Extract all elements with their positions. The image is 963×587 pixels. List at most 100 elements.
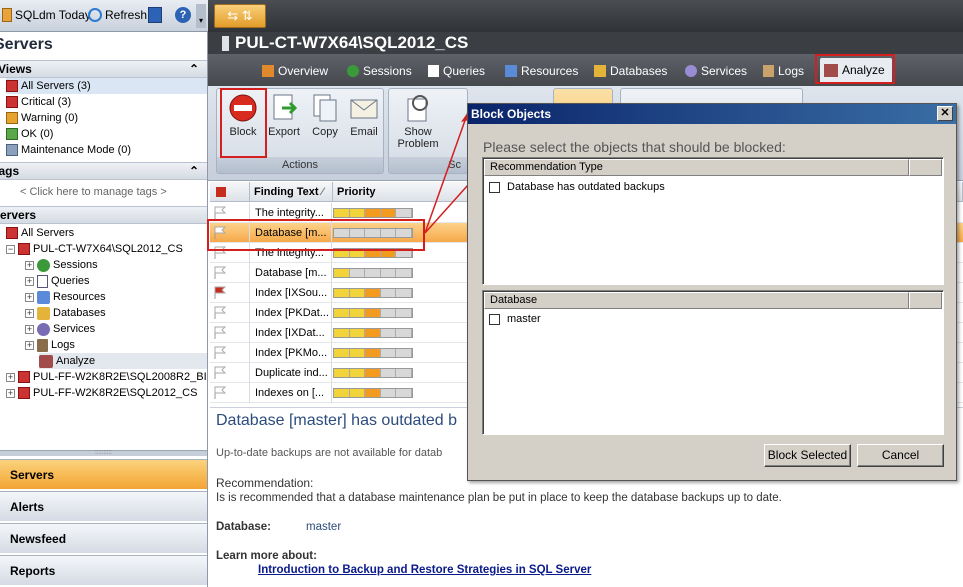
email-button[interactable]: Email: [344, 93, 384, 155]
views-header[interactable]: Views ⌃: [0, 60, 207, 78]
refresh-button[interactable]: Refresh: [88, 4, 147, 26]
sqldm-today-button[interactable]: SQLdm Today: [2, 4, 91, 26]
database-column-header[interactable]: Database: [484, 292, 909, 309]
pane-toggle-button[interactable]: [148, 7, 162, 23]
tab-services[interactable]: Services: [685, 60, 747, 82]
flag-column-header[interactable]: [210, 182, 250, 202]
recommendation-type-list[interactable]: Recommendation Type Database has outdate…: [482, 157, 944, 285]
tab-resources[interactable]: Resources: [505, 60, 578, 82]
view-item-maintenance[interactable]: Maintenance Mode (0): [6, 142, 131, 158]
priority-segment: [380, 209, 397, 217]
expand-toggle-icon[interactable]: +: [25, 324, 34, 334]
tree-node-services[interactable]: + Services: [25, 321, 95, 337]
expand-toggle-icon[interactable]: +: [25, 292, 34, 302]
expand-toggle-icon[interactable]: +: [25, 340, 34, 350]
tags-header[interactable]: Tags⌃: [0, 162, 207, 180]
tree-server-3[interactable]: + PUL-FF-W2K8R2E\SQL2012_CS: [6, 385, 197, 401]
manage-tags-link[interactable]: < Click here to manage tags >: [20, 184, 167, 200]
view-item-critical[interactable]: Critical (3): [6, 94, 71, 110]
services-icon: [37, 322, 50, 336]
nav-newsfeed[interactable]: Newsfeed: [0, 523, 207, 553]
copy-button[interactable]: Copy: [305, 93, 345, 155]
tab-overview[interactable]: Overview: [262, 60, 328, 82]
nav-reports[interactable]: Reports: [0, 555, 207, 585]
priority-segment: [381, 269, 397, 277]
tree-node-resources[interactable]: + Resources: [25, 289, 106, 305]
expand-toggle-icon[interactable]: +: [25, 308, 34, 318]
priority-segment: [396, 229, 412, 237]
services-icon: [685, 65, 697, 77]
logs-icon: [763, 65, 774, 77]
priority-segment: [334, 389, 350, 397]
queries-icon: [37, 274, 48, 288]
expand-toggle-icon[interactable]: +: [6, 388, 15, 398]
tree-node-logs[interactable]: + Logs: [25, 337, 75, 353]
finding-text-column-header[interactable]: Finding Text ⁄: [250, 182, 333, 202]
tree-node-analyze[interactable]: Analyze: [39, 353, 207, 369]
show-problem-button[interactable]: Show Problem: [393, 93, 443, 155]
flag-icon[interactable]: [210, 263, 250, 283]
priority-segment: [334, 289, 350, 297]
tab-logs[interactable]: Logs: [763, 60, 804, 82]
tree-all-servers[interactable]: All Servers: [6, 225, 74, 241]
flag-icon[interactable]: [210, 203, 250, 223]
flag-icon[interactable]: [210, 363, 250, 383]
tree-server-2[interactable]: + PUL-FF-W2K8R2E\SQL2008R2_BI: [6, 369, 207, 385]
recommendation-type-header[interactable]: Recommendation Type: [484, 159, 909, 176]
actions-group: Block Export Copy Email Actions: [216, 88, 384, 174]
expand-toggle-icon[interactable]: +: [6, 372, 15, 382]
nav-servers[interactable]: Servers: [0, 459, 207, 489]
splitter-grip[interactable]: ::::::::::: [0, 450, 207, 456]
tree-node-sessions[interactable]: + Sessions: [25, 257, 98, 273]
close-icon[interactable]: ✕: [937, 106, 953, 121]
server-ok-icon: [6, 128, 18, 140]
flag-icon[interactable]: [210, 383, 250, 403]
recommendation-type-item[interactable]: Database has outdated backups: [489, 181, 665, 193]
toolbar-overflow-icon[interactable]: ▾: [196, 4, 206, 28]
tree-node-databases[interactable]: + Databases: [25, 305, 106, 321]
collapse-icon[interactable]: ⌃: [189, 61, 199, 77]
view-item-warning[interactable]: Warning (0): [6, 110, 78, 126]
block-selected-button[interactable]: Block Selected: [764, 444, 851, 467]
sort-ascending-icon: ⁄: [321, 186, 324, 198]
tab-queries[interactable]: Queries: [428, 60, 485, 82]
detail-heading: Database [master] has outdated b: [216, 412, 458, 429]
list-header-filler: [909, 159, 942, 176]
refresh-icon: [88, 8, 102, 22]
collapse-icon[interactable]: ⌃: [189, 163, 199, 179]
flag-icon[interactable]: [210, 223, 250, 243]
flag-icon[interactable]: [210, 243, 250, 263]
expand-toggle-icon[interactable]: +: [25, 260, 34, 270]
collapse-toggle-icon[interactable]: −: [6, 244, 15, 254]
nav-alerts[interactable]: Alerts: [0, 491, 207, 521]
flag-icon[interactable]: [210, 283, 250, 303]
learn-more-link[interactable]: Introduction to Backup and Restore Strat…: [258, 564, 591, 576]
resources-icon: [505, 65, 517, 77]
checkbox[interactable]: [489, 181, 500, 193]
database-label: Database:: [216, 521, 271, 533]
tab-databases[interactable]: Databases: [594, 60, 667, 82]
checkbox[interactable]: [489, 313, 500, 325]
block-button[interactable]: Block: [223, 93, 263, 155]
expand-toggle-icon[interactable]: +: [25, 276, 34, 286]
tree-node-queries[interactable]: + Queries: [25, 273, 90, 289]
history-button[interactable]: ⇆ ⇅: [214, 4, 266, 28]
view-item-ok[interactable]: OK (0): [6, 126, 53, 142]
database-list[interactable]: Database master: [482, 290, 944, 435]
database-item-master[interactable]: master: [489, 313, 541, 325]
view-item-all-servers[interactable]: All Servers (3): [6, 78, 207, 94]
export-button[interactable]: Export: [264, 93, 304, 155]
cancel-button[interactable]: Cancel: [857, 444, 944, 467]
flag-icon[interactable]: [210, 303, 250, 323]
tab-sessions[interactable]: Sessions: [347, 60, 412, 82]
finding-text-cell: Index [IXSou...: [250, 283, 332, 303]
tab-analyze[interactable]: Analyze: [820, 58, 892, 82]
flag-icon[interactable]: [210, 343, 250, 363]
priority-bar: [333, 248, 413, 258]
priority-segment: [365, 229, 381, 237]
tree-server-1[interactable]: − PUL-CT-W7X64\SQL2012_CS: [6, 241, 183, 257]
flag-icon[interactable]: [210, 323, 250, 343]
help-icon[interactable]: ?: [175, 7, 191, 23]
priority-segment: [334, 229, 350, 237]
databases-icon: [37, 306, 50, 320]
